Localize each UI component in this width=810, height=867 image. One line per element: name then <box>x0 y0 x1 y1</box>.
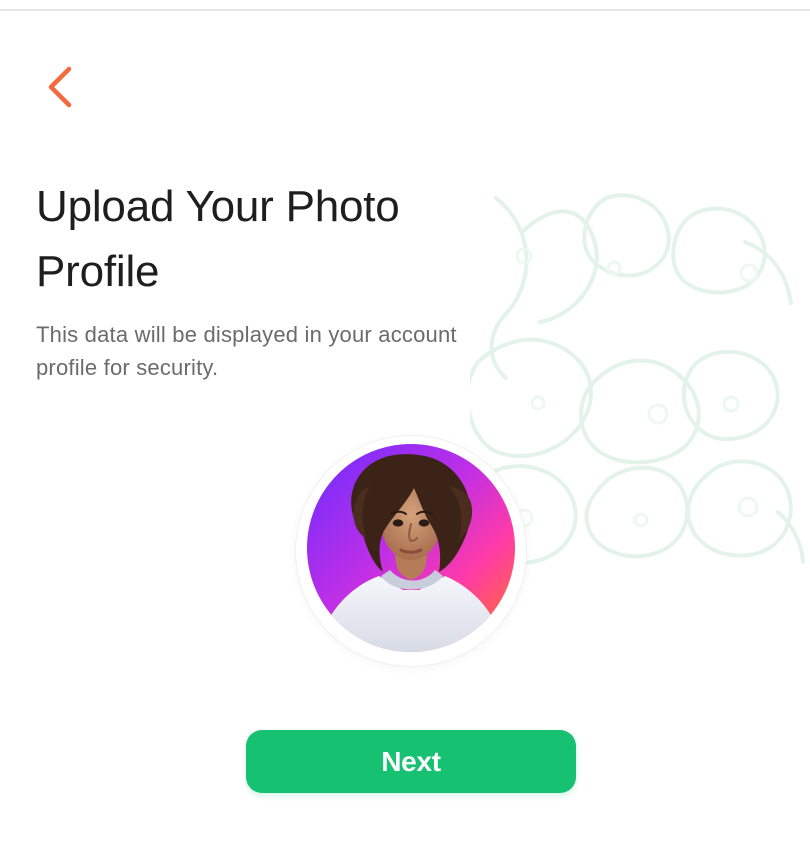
back-button[interactable] <box>40 64 82 110</box>
profile-photo <box>307 444 515 652</box>
chevron-left-icon <box>48 66 72 108</box>
page-title: Upload Your Photo Profile <box>36 182 400 296</box>
profile-photo-picker[interactable] <box>296 436 526 666</box>
page-subtitle: This data will be displayed in your acco… <box>36 322 457 380</box>
top-divider <box>0 9 810 11</box>
next-button[interactable]: Next <box>246 730 576 793</box>
